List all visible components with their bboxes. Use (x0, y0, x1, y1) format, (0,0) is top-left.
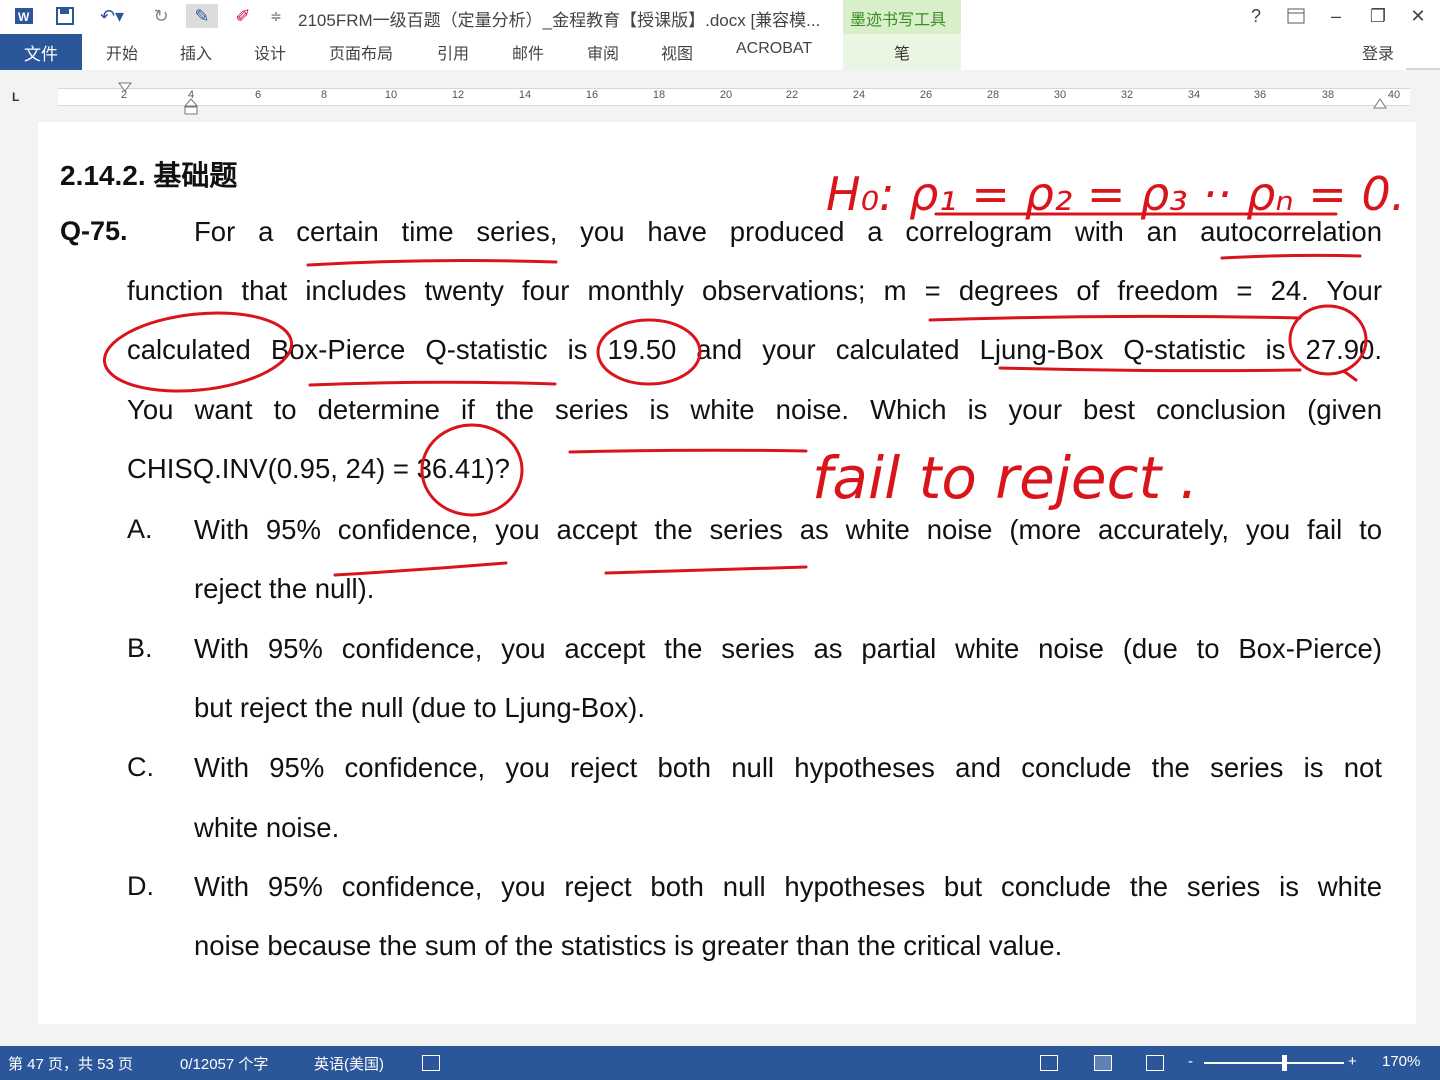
tab-selector[interactable]: L (12, 90, 19, 104)
option-a-line-1: With 95% confidence, you accept the seri… (194, 514, 1382, 545)
section-heading: 2.14.2. 基础题 (60, 160, 238, 191)
question-text-line-2: function that includes twenty four month… (127, 275, 1382, 306)
option-a-letter: A. (127, 514, 153, 544)
option-b-letter: B. (127, 633, 153, 663)
option-c-line-1: With 95% confidence, you reject both nul… (194, 752, 1382, 783)
tab-home[interactable]: 开始 (106, 40, 138, 64)
undo-icon[interactable]: ↶▾ (92, 4, 132, 28)
ribbon-tabs: 文件 开始 插入 设计 页面布局 引用 邮件 审阅 视图 ACROBAT 笔 登… (0, 34, 1440, 104)
ruler-tick: 18 (652, 89, 666, 101)
print-layout-icon[interactable] (1094, 1055, 1112, 1071)
read-mode-icon[interactable] (1040, 1055, 1058, 1071)
option-c-letter: C. (127, 752, 154, 782)
close-button[interactable]: ✕ (1402, 4, 1434, 28)
tab-pen[interactable]: 笔 (843, 34, 961, 70)
svg-text:W: W (18, 10, 30, 24)
tab-design[interactable]: 设计 (254, 40, 286, 64)
tab-page-layout[interactable]: 页面布局 (329, 40, 393, 64)
horizontal-ruler[interactable]: 2 4 6 8 10 12 14 16 18 20 22 24 26 28 30… (58, 88, 1410, 106)
option-d-line-1: With 95% confidence, you reject both nul… (194, 871, 1382, 902)
document-title: 2105FRM一级百题（定量分析）_金程教育【授课版】.docx [兼容模... (298, 11, 821, 30)
tab-insert[interactable]: 插入 (180, 40, 212, 64)
zoom-slider-thumb[interactable] (1282, 1055, 1287, 1071)
question-text-line-4: You want to determine if the series is w… (127, 394, 1382, 425)
minimize-button[interactable]: – (1320, 4, 1352, 28)
ink-pen-icon[interactable]: ✎ (186, 4, 218, 28)
zoom-out-button[interactable]: - (1188, 1053, 1193, 1070)
redo-icon[interactable]: ↻ (148, 4, 174, 28)
tab-view[interactable]: 视图 (661, 40, 693, 64)
option-a-line-2: reject the null). (194, 573, 375, 604)
ruler-tick: 24 (852, 89, 866, 101)
option-d-letter: D. (127, 871, 154, 901)
ruler-tick: 20 (719, 89, 733, 101)
ruler-tick: 30 (1053, 89, 1067, 101)
ruler-tick: 12 (451, 89, 465, 101)
help-button[interactable]: ? (1240, 4, 1272, 28)
ruler-tick: 32 (1120, 89, 1134, 101)
language[interactable]: 英语(美国) (314, 1053, 384, 1074)
restore-button[interactable]: ❐ (1362, 4, 1394, 28)
web-layout-icon[interactable] (1146, 1055, 1164, 1071)
word-count[interactable]: 0/12057 个字 (180, 1053, 268, 1074)
ink-tools-context-tab: 墨迹书写工具 (843, 0, 961, 34)
tab-acrobat[interactable]: ACROBAT (736, 40, 812, 58)
zoom-slider[interactable] (1204, 1062, 1344, 1064)
ruler-tick: 38 (1321, 89, 1335, 101)
option-d-line-2: noise because the sum of the statistics … (194, 930, 1063, 961)
highlighter-icon[interactable]: ✐ (230, 4, 256, 28)
ruler-tick: 34 (1187, 89, 1201, 101)
ruler-tick: 36 (1253, 89, 1267, 101)
ruler-tick: 6 (254, 89, 262, 101)
ruler-tick: 26 (919, 89, 933, 101)
save-icon[interactable] (52, 4, 78, 28)
option-c-line-2: white noise. (194, 812, 340, 843)
tab-references[interactable]: 引用 (437, 40, 469, 64)
ruler-tick: 28 (986, 89, 1000, 101)
ruler-area: L 2 4 6 8 10 12 14 16 18 20 22 24 26 28 … (0, 70, 1440, 122)
question-text-line-3: calculated Box-Pierce Q-statistic is 19.… (127, 334, 1382, 365)
tab-mailings[interactable]: 邮件 (512, 40, 544, 64)
option-b-line-1: With 95% confidence, you accept the seri… (194, 633, 1382, 664)
title-bar: W ↶▾ ↻ ✎ ✐ ≑ 2105FRM一级百题（定量分析）_金程教育【授课版】… (0, 0, 1440, 34)
ruler-tick: 40 (1387, 89, 1401, 101)
right-indent-marker[interactable] (1373, 98, 1387, 110)
status-bar: 第 47 页，共 53 页 0/12057 个字 英语(美国) - + 170% (0, 1046, 1440, 1080)
question-text-line-5: CHISQ.INV(0.95, 24) = 36.41)? (127, 453, 510, 484)
tab-review[interactable]: 审阅 (587, 40, 619, 64)
ruler-tick: 8 (320, 89, 328, 101)
hanging-indent-marker[interactable] (184, 98, 198, 116)
first-line-indent-marker[interactable] (118, 82, 132, 98)
ruler-tick: 16 (585, 89, 599, 101)
question-text-line-1: For a certain time series, you have prod… (194, 216, 1382, 247)
option-b-line-2: but reject the null (due to Ljung-Box). (194, 692, 645, 723)
ruler-tick: 22 (785, 89, 799, 101)
question-label: Q-75. (60, 216, 128, 246)
macro-record-icon[interactable] (422, 1055, 440, 1071)
tab-file[interactable]: 文件 (0, 34, 82, 70)
word-app-icon: W (10, 4, 38, 28)
ribbon-display-options-button[interactable] (1280, 4, 1312, 28)
zoom-level[interactable]: 170% (1382, 1053, 1420, 1070)
customize-toolbar-icon[interactable]: ≑ (266, 4, 286, 28)
ruler-tick: 10 (384, 89, 398, 101)
ruler-tick: 14 (518, 89, 532, 101)
zoom-in-button[interactable]: + (1348, 1053, 1357, 1070)
sign-in-link[interactable]: 登录 (1362, 40, 1394, 64)
page-count[interactable]: 第 47 页，共 53 页 (8, 1053, 133, 1074)
